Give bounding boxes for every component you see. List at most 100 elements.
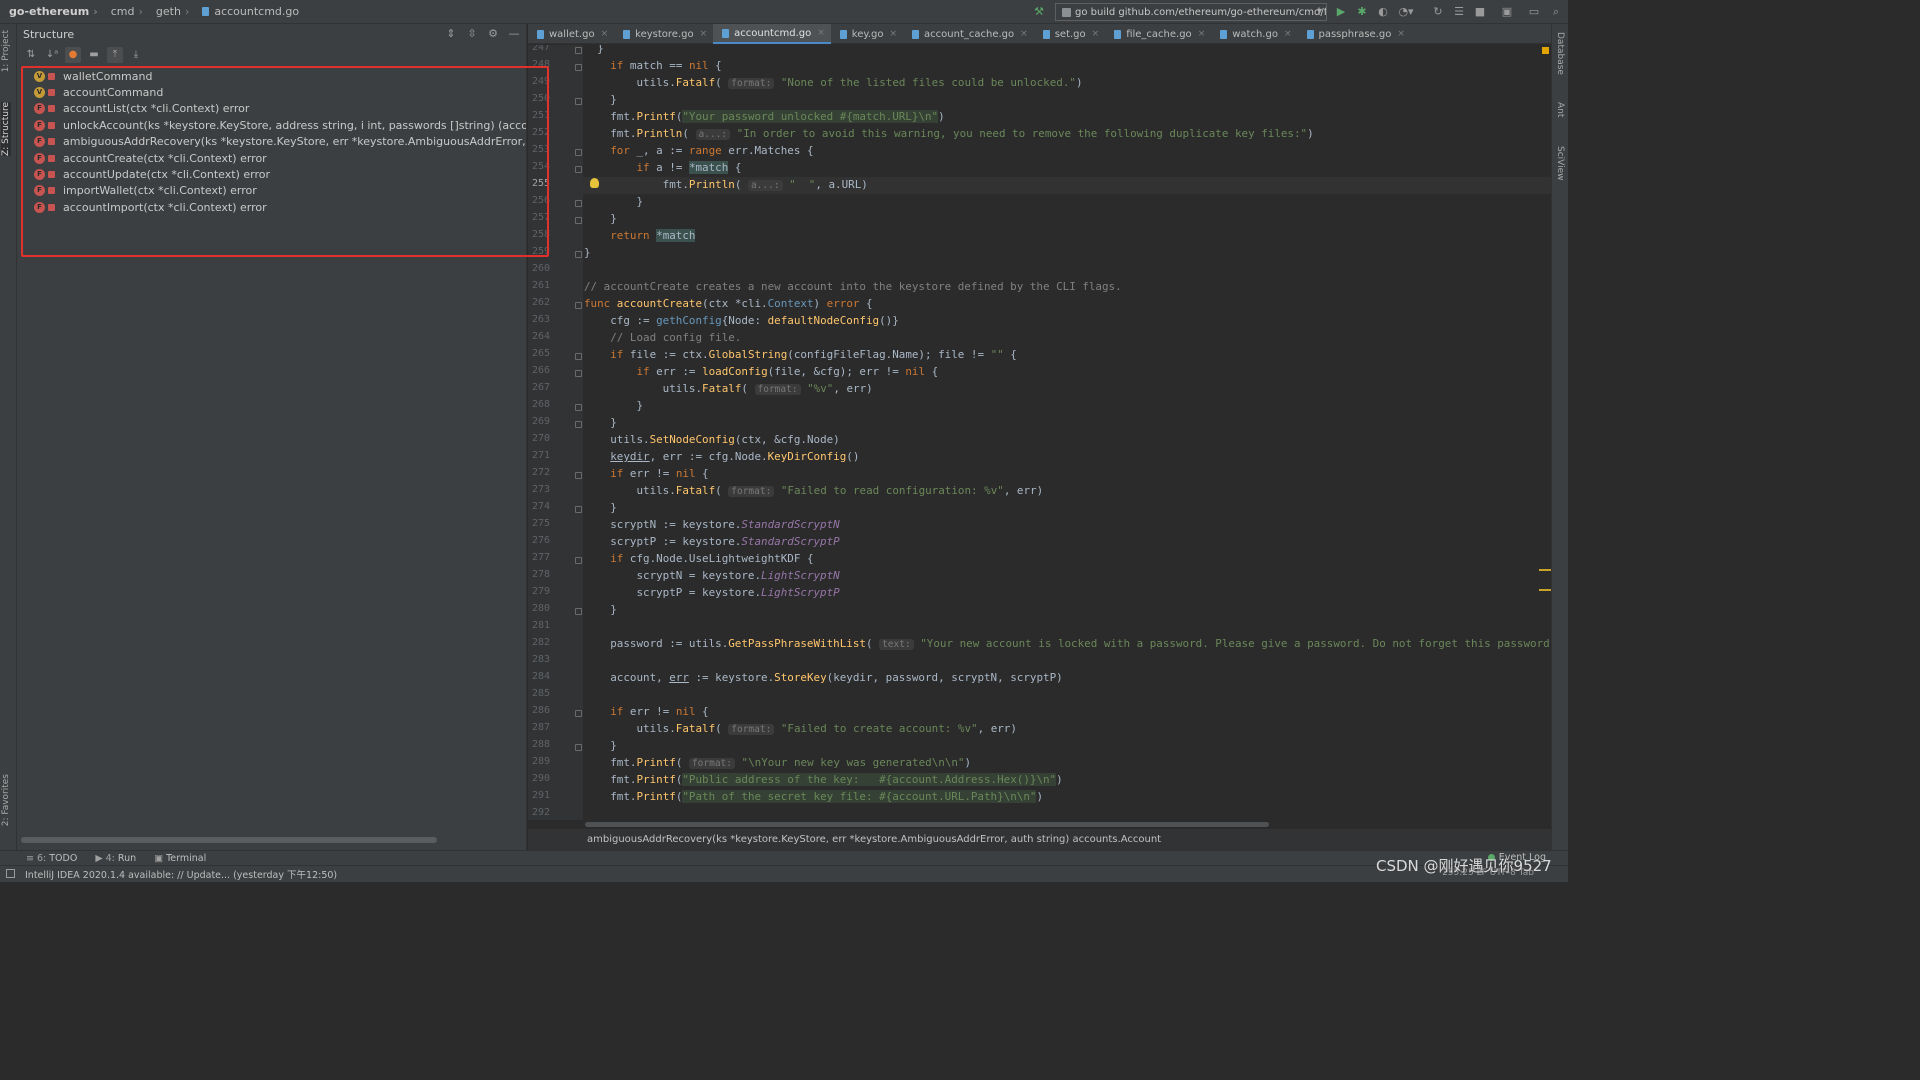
- code-editor[interactable]: 247 248 249 250 251 252 253 254 255 256 257 258 259 2…: [528, 45, 1551, 820]
- fold-toggle-icon[interactable]: [575, 251, 582, 258]
- coverage-icon[interactable]: ◐: [1375, 3, 1391, 20]
- database-tool-button[interactable]: Database: [1555, 32, 1565, 75]
- fold-toggle-icon[interactable]: [575, 506, 582, 513]
- hide-icon[interactable]: —: [506, 26, 522, 42]
- status-message[interactable]: IntelliJ IDEA 2020.1.4 available: // Upd…: [25, 867, 337, 881]
- autoscroll-from-source-icon[interactable]: ⤓: [128, 47, 144, 63]
- scroll-position-marker[interactable]: [1539, 569, 1551, 591]
- fold-toggle-icon[interactable]: [575, 370, 582, 377]
- tree-item-func[interactable]: FimportWallet(ctx *cli.Context) error: [17, 183, 526, 199]
- tree-item-func[interactable]: FambiguousAddrRecovery(ks *keystore.KeyS…: [17, 134, 526, 150]
- warning-marker[interactable]: [1542, 47, 1549, 54]
- window-icon[interactable]: ▭: [1526, 3, 1542, 20]
- line-number[interactable]: 267: [528, 382, 550, 393]
- sciview-tool-button[interactable]: SciView: [1555, 146, 1565, 181]
- run-configuration-select[interactable]: go build github.com/ethereum/go-ethereum…: [1055, 3, 1327, 21]
- line-number-gutter[interactable]: 247 248 249 250 251 252 253 254 255 256 257 258 259 2…: [528, 45, 583, 820]
- fold-toggle-icon[interactable]: [575, 421, 582, 428]
- tab-wallet[interactable]: wallet.go ×: [528, 24, 614, 44]
- collapse-all-icon[interactable]: ⇳: [464, 26, 480, 42]
- line-number[interactable]: 260: [528, 263, 550, 274]
- breadcrumb-geth[interactable]: geth ›: [147, 5, 193, 18]
- close-icon[interactable]: ×: [1284, 29, 1292, 39]
- fold-toggle-icon[interactable]: [575, 98, 582, 105]
- line-number[interactable]: 283: [528, 654, 550, 665]
- line-number[interactable]: 289: [528, 756, 550, 767]
- project-tool-button[interactable]: 1: Project: [1, 30, 11, 72]
- structure-tool-button[interactable]: Z: Structure: [1, 102, 11, 156]
- line-number[interactable]: 249: [528, 76, 550, 87]
- tab-key[interactable]: key.go ×: [831, 24, 903, 44]
- line-number[interactable]: 280: [528, 603, 550, 614]
- build-hammer-icon[interactable]: ⚒: [1031, 3, 1047, 20]
- line-number[interactable]: 271: [528, 450, 550, 461]
- gear-icon[interactable]: ⚙: [485, 26, 501, 42]
- run-icon[interactable]: ▶: [1333, 3, 1349, 20]
- structure-horizontal-scrollbar[interactable]: [21, 837, 437, 843]
- close-icon[interactable]: ×: [1198, 29, 1206, 39]
- line-number[interactable]: 263: [528, 314, 550, 325]
- todo-tool-button[interactable]: ≡ 6: TODO: [26, 853, 77, 864]
- terminal-tool-button[interactable]: ▣ Terminal: [154, 853, 206, 864]
- show-fields-icon[interactable]: ●: [65, 47, 81, 63]
- toggle-tool-windows-icon[interactable]: [6, 869, 15, 878]
- tab-passphrase[interactable]: passphrase.go ×: [1298, 24, 1411, 44]
- line-number[interactable]: 286: [528, 705, 550, 716]
- tree-item-func[interactable]: FaccountUpdate(ctx *cli.Context) error: [17, 166, 526, 182]
- line-number[interactable]: 287: [528, 722, 550, 733]
- tab-watch[interactable]: watch.go ×: [1211, 24, 1297, 44]
- tab-keystore[interactable]: keystore.go ×: [614, 24, 713, 44]
- fold-toggle-icon[interactable]: [575, 404, 582, 411]
- debug-icon[interactable]: ✱: [1354, 3, 1370, 20]
- line-number[interactable]: 270: [528, 433, 550, 444]
- fold-toggle-icon[interactable]: [575, 200, 582, 207]
- profile-icon[interactable]: ◔▾: [1398, 3, 1414, 20]
- tab-file-cache[interactable]: file_cache.go ×: [1105, 24, 1211, 44]
- tree-item-func[interactable]: FunlockAccount(ks *keystore.KeyStore, ad…: [17, 117, 526, 133]
- line-number[interactable]: 290: [528, 773, 550, 784]
- close-icon[interactable]: ×: [1397, 29, 1405, 39]
- close-icon[interactable]: ×: [601, 29, 609, 39]
- attach-icon[interactable]: ↻: [1430, 3, 1446, 20]
- fold-toggle-icon[interactable]: [575, 557, 582, 564]
- editor-horizontal-scrollbar[interactable]: [585, 820, 1551, 829]
- tree-item-func[interactable]: FaccountList(ctx *cli.Context) error: [17, 101, 526, 117]
- close-icon[interactable]: ×: [1020, 29, 1028, 39]
- breadcrumb-cmd[interactable]: cmd ›: [102, 5, 147, 18]
- line-number[interactable]: 277: [528, 552, 550, 563]
- line-number[interactable]: 291: [528, 790, 550, 801]
- tree-item-func[interactable]: FaccountCreate(ctx *cli.Context) error: [17, 150, 526, 166]
- fold-toggle-icon[interactable]: [575, 47, 582, 54]
- ant-tool-button[interactable]: Ant: [1555, 102, 1565, 117]
- line-number[interactable]: 284: [528, 671, 550, 682]
- expand-all-icon[interactable]: ⇕: [443, 26, 459, 42]
- line-number[interactable]: 254: [528, 161, 550, 172]
- close-icon[interactable]: ×: [700, 29, 708, 39]
- fold-toggle-icon[interactable]: [575, 302, 582, 309]
- tab-account-cache[interactable]: account_cache.go ×: [903, 24, 1034, 44]
- line-number[interactable]: 259: [528, 246, 550, 257]
- editor-breadcrumb[interactable]: ambiguousAddrRecovery(ks *keystore.KeySt…: [528, 829, 1551, 850]
- line-number[interactable]: 268: [528, 399, 550, 410]
- fold-toggle-icon[interactable]: [575, 353, 582, 360]
- line-number[interactable]: 269: [528, 416, 550, 427]
- group-folder-icon[interactable]: ▬: [86, 47, 102, 63]
- line-number[interactable]: 272: [528, 467, 550, 478]
- tree-item-var[interactable]: VaccountCommand: [17, 84, 526, 100]
- line-number[interactable]: 257: [528, 212, 550, 223]
- line-number[interactable]: 273: [528, 484, 550, 495]
- fold-toggle-icon[interactable]: [575, 472, 582, 479]
- line-number[interactable]: 256: [528, 195, 550, 206]
- fold-toggle-icon[interactable]: [575, 149, 582, 156]
- tree-item-var[interactable]: VwalletCommand: [17, 68, 526, 84]
- line-number[interactable]: 285: [528, 688, 550, 699]
- breadcrumb-file[interactable]: accountcmd.go: [193, 5, 303, 18]
- fold-toggle-icon[interactable]: [575, 744, 582, 751]
- close-icon[interactable]: ×: [1092, 29, 1100, 39]
- scrollbar-thumb[interactable]: [585, 822, 1269, 827]
- line-number[interactable]: 288: [528, 739, 550, 750]
- sort-visibility-icon[interactable]: ⇅: [23, 47, 39, 63]
- autoscroll-to-source-icon[interactable]: ⤒: [107, 47, 123, 63]
- tab-set[interactable]: set.go ×: [1034, 24, 1105, 44]
- fold-toggle-icon[interactable]: [575, 166, 582, 173]
